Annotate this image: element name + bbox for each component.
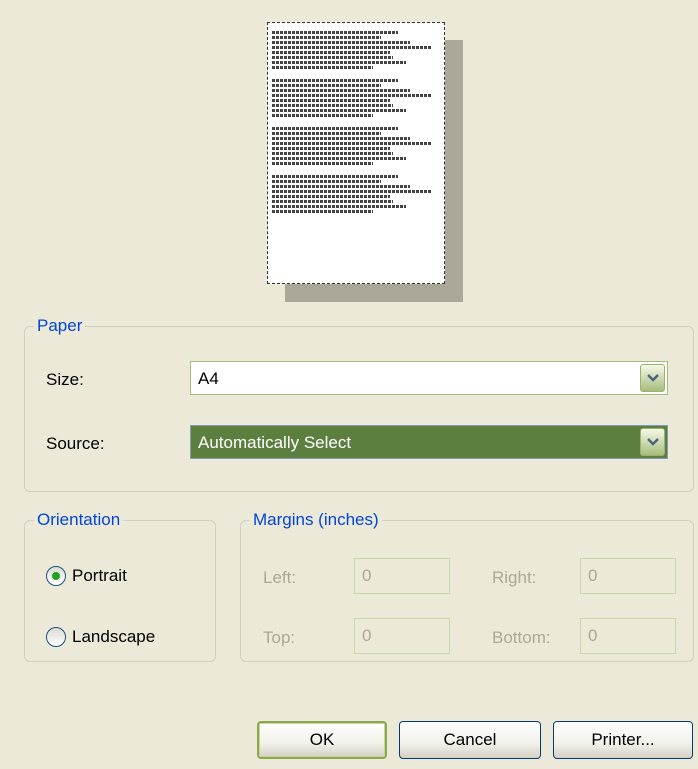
bottom-margin-input[interactable]: 0 — [580, 618, 676, 654]
bottom-margin-label: Bottom: — [492, 628, 551, 647]
preview-text-line — [272, 127, 398, 130]
preview-text-line — [272, 79, 398, 82]
preview-text-line — [272, 152, 393, 155]
top-margin-value: 0 — [362, 626, 372, 645]
printer-button[interactable]: Printer... — [553, 721, 693, 759]
page-preview — [267, 22, 467, 302]
preview-text-line — [272, 99, 390, 102]
preview-text-line — [272, 89, 410, 92]
preview-text-line — [272, 36, 382, 39]
left-margin-input[interactable]: 0 — [354, 558, 450, 594]
source-dropdown[interactable]: Automatically Select — [190, 425, 668, 459]
size-dropdown[interactable]: A4 — [190, 361, 668, 395]
preview-text-line — [272, 175, 398, 178]
right-margin-value: 0 — [588, 566, 598, 585]
radio-checked-icon[interactable] — [46, 566, 66, 586]
preview-text-line — [272, 157, 407, 160]
cancel-button[interactable]: Cancel — [399, 721, 541, 759]
preview-text-line — [272, 132, 382, 135]
bottom-margin-value: 0 — [588, 626, 598, 645]
orientation-group-title: Orientation — [37, 510, 121, 529]
preview-text-line — [272, 195, 390, 198]
preview-text-line — [272, 162, 373, 165]
portrait-label: Portrait — [72, 566, 127, 585]
preview-text-line — [272, 46, 432, 49]
preview-text-line — [272, 41, 410, 44]
landscape-label: Landscape — [72, 627, 156, 646]
preview-text-line — [272, 205, 407, 208]
preview-text-line — [272, 94, 432, 97]
preview-text-line — [272, 51, 390, 54]
portrait-radio[interactable]: Portrait — [46, 566, 127, 586]
size-value: A4 — [198, 369, 219, 388]
preview-text-line — [272, 84, 382, 87]
top-margin-label: Top: — [263, 628, 296, 647]
size-label: Size: — [46, 370, 84, 389]
left-margin-value: 0 — [362, 566, 372, 585]
ok-button[interactable]: OK — [257, 721, 387, 759]
source-value: Automatically Select — [198, 433, 352, 452]
paper-group: Paper — [24, 316, 694, 492]
preview-text-line — [272, 210, 373, 213]
right-margin-label: Right: — [492, 568, 537, 587]
preview-text-line — [272, 61, 407, 64]
preview-text-line — [272, 185, 410, 188]
left-margin-label: Left: — [263, 568, 297, 587]
preview-text-line — [272, 56, 393, 59]
margins-group-title: Margins (inches) — [253, 510, 379, 529]
preview-page — [267, 22, 445, 284]
preview-text-line — [272, 114, 373, 117]
preview-text-line — [272, 109, 407, 112]
right-margin-input[interactable]: 0 — [580, 558, 676, 594]
source-label: Source: — [46, 434, 105, 453]
preview-text-line — [272, 200, 393, 203]
radio-unchecked-icon[interactable] — [46, 627, 66, 647]
preview-text-line — [272, 31, 398, 34]
preview-text-line — [272, 180, 382, 183]
chevron-down-icon[interactable] — [640, 364, 665, 392]
preview-text-line — [272, 66, 373, 69]
preview-text-line — [272, 137, 410, 140]
preview-text-line — [272, 104, 393, 107]
preview-text-line — [272, 147, 390, 150]
paper-group-title: Paper — [37, 316, 83, 335]
preview-text-line — [272, 190, 432, 193]
top-margin-input[interactable]: 0 — [354, 618, 450, 654]
landscape-radio[interactable]: Landscape — [46, 627, 155, 647]
chevron-down-icon[interactable] — [640, 428, 665, 456]
preview-text-line — [272, 142, 432, 145]
